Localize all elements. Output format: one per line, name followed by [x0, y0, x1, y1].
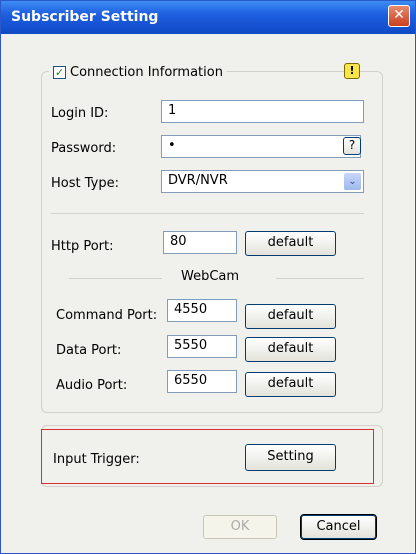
window-title: Subscriber Setting	[11, 9, 159, 25]
audio-port-default-button[interactable]: default	[245, 372, 336, 397]
password-input[interactable]: •	[161, 135, 361, 158]
command-port-input[interactable]: 4550	[167, 299, 237, 322]
audio-port-input[interactable]: 6550	[167, 370, 237, 393]
help-button[interactable]: ?	[343, 137, 361, 155]
host-type-select[interactable]: DVR/NVR ⌄	[161, 170, 364, 193]
connection-group-header: ✓ Connection Information	[49, 65, 227, 80]
connection-label: Connection Information	[70, 65, 223, 80]
close-button[interactable]: ✕	[388, 5, 410, 27]
webcam-separator-left	[69, 278, 162, 279]
login-id-label: Login ID:	[51, 106, 109, 121]
input-trigger-setting-button[interactable]: Setting	[245, 444, 336, 471]
http-port-input[interactable]: 80	[163, 231, 237, 254]
http-port-label: Http Port:	[51, 239, 114, 254]
title-bar: Subscriber Setting ✕	[1, 1, 415, 34]
webcam-separator-right	[276, 278, 364, 279]
data-port-label: Data Port:	[56, 343, 122, 358]
webcam-heading: WebCam	[181, 269, 240, 284]
input-trigger-label: Input Trigger:	[53, 452, 140, 467]
chevron-down-icon[interactable]: ⌄	[344, 173, 361, 190]
data-port-input[interactable]: 5550	[167, 335, 237, 358]
ok-button[interactable]: OK	[203, 515, 277, 539]
host-type-value: DVR/NVR	[168, 173, 228, 188]
warning-icon: !	[344, 63, 360, 79]
separator	[51, 213, 364, 214]
http-port-default-button[interactable]: default	[245, 231, 336, 256]
subscriber-setting-dialog: Subscriber Setting ✕ ✓ Connection Inform…	[0, 0, 416, 554]
audio-port-label: Audio Port:	[56, 378, 128, 393]
close-icon: ✕	[393, 7, 405, 23]
connection-checkbox[interactable]: ✓	[53, 66, 66, 79]
cancel-button[interactable]: Cancel	[300, 514, 377, 540]
command-port-default-button[interactable]: default	[245, 304, 336, 329]
login-id-input[interactable]: 1	[161, 100, 364, 123]
data-port-default-button[interactable]: default	[245, 337, 336, 362]
command-port-label: Command Port:	[56, 308, 158, 323]
password-label: Password:	[51, 141, 117, 156]
host-type-label: Host Type:	[51, 176, 119, 191]
